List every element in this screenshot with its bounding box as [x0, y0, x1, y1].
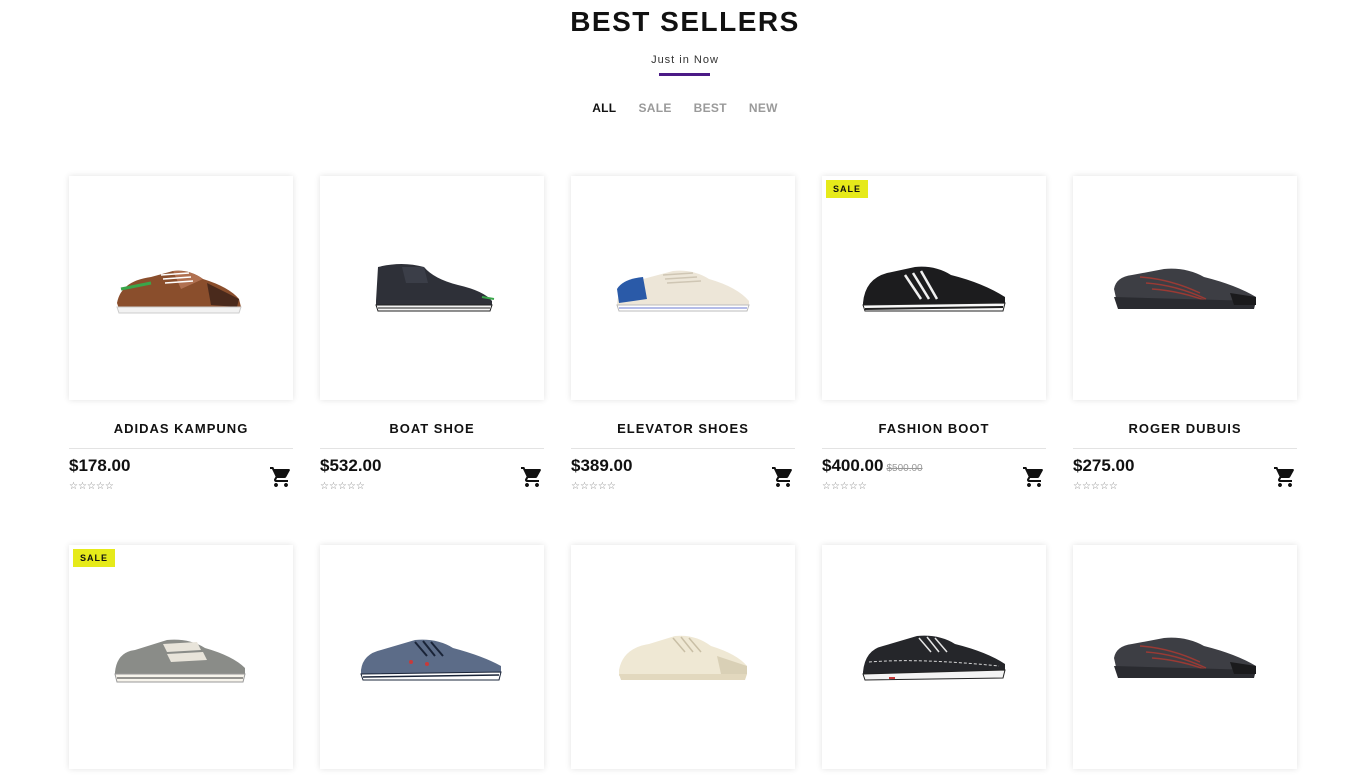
- shoe-black-suede-shoe-image: [862, 635, 1006, 681]
- shoe-brown-sneaker-image: [116, 270, 242, 314]
- old-price: $500.00: [886, 463, 923, 474]
- section-underline: [659, 73, 710, 76]
- cart-icon[interactable]: [771, 465, 795, 489]
- product-image[interactable]: SALE: [822, 176, 1046, 400]
- sale-badge: SALE: [826, 180, 869, 198]
- product-name[interactable]: ADIDAS KAMPUNG: [69, 421, 293, 438]
- product-card[interactable]: ROGER DUBUIS $275.00 ☆☆☆☆☆: [1073, 176, 1297, 499]
- product-card[interactable]: SALE: [69, 545, 293, 776]
- price-value: $178.00: [69, 456, 131, 475]
- price-value: $532.00: [320, 456, 382, 475]
- product-image[interactable]: [320, 176, 544, 400]
- product-price: $389.00: [571, 456, 632, 476]
- product-card[interactable]: SALE FASHION BOOT $400.00 $500.00 ☆☆☆☆☆: [822, 176, 1046, 499]
- shoe-grey-red-sneaker-image: [1114, 637, 1256, 678]
- product-price: $532.00: [320, 456, 381, 476]
- product-card[interactable]: [320, 545, 544, 776]
- product-card[interactable]: [822, 545, 1046, 776]
- product-name[interactable]: FASHION BOOT: [822, 421, 1046, 438]
- tab-best[interactable]: BEST: [694, 101, 727, 115]
- tab-all[interactable]: ALL: [592, 101, 616, 115]
- product-name[interactable]: ROGER DUBUIS: [1073, 421, 1297, 438]
- section-title: BEST SELLERS: [570, 6, 800, 37]
- shoe-white-perforated-sneaker-image: [616, 270, 750, 312]
- price-value: $389.00: [571, 456, 633, 475]
- shoe-grey-velcro-sneaker-image: [114, 639, 246, 683]
- product-image[interactable]: [1073, 176, 1297, 400]
- product-price: $178.00: [69, 456, 130, 476]
- product-image[interactable]: [571, 176, 795, 400]
- product-image[interactable]: [320, 545, 544, 769]
- product-image[interactable]: [1073, 545, 1297, 769]
- cart-icon[interactable]: [1022, 465, 1046, 489]
- product-image[interactable]: [571, 545, 795, 769]
- rating-stars: ☆☆☆☆☆: [69, 481, 114, 492]
- cart-icon[interactable]: [1273, 465, 1297, 489]
- tab-sale[interactable]: SALE: [638, 101, 671, 115]
- cart-icon[interactable]: [520, 465, 544, 489]
- tab-new[interactable]: NEW: [749, 101, 778, 115]
- product-name[interactable]: ELEVATOR SHOES: [571, 421, 795, 438]
- product-card[interactable]: [571, 545, 795, 776]
- section-subtitle: Just in Now: [651, 54, 719, 66]
- product-price: $400.00 $500.00: [822, 456, 923, 476]
- product-image[interactable]: SALE: [69, 545, 293, 769]
- product-name[interactable]: BOAT SHOE: [320, 421, 544, 438]
- price-value: $275.00: [1073, 456, 1135, 475]
- rating-stars: ☆☆☆☆☆: [320, 481, 365, 492]
- rating-stars: ☆☆☆☆☆: [571, 481, 616, 492]
- rating-stars: ☆☆☆☆☆: [1073, 481, 1118, 492]
- shoe-black-leather-sneaker-image: [862, 266, 1006, 312]
- filter-tabs: ALL SALE BEST NEW: [0, 101, 1370, 115]
- shoe-grey-red-sneaker-image: [1114, 268, 1256, 309]
- sale-badge: SALE: [73, 549, 116, 567]
- product-card[interactable]: ADIDAS KAMPUNG $178.00 ☆☆☆☆☆: [69, 176, 293, 499]
- product-image[interactable]: [69, 176, 293, 400]
- shoe-blue-canvas-sneaker-image: [360, 639, 502, 681]
- cart-icon[interactable]: [269, 465, 293, 489]
- product-image[interactable]: [822, 545, 1046, 769]
- product-card[interactable]: [1073, 545, 1297, 776]
- product-card[interactable]: ELEVATOR SHOES $389.00 ☆☆☆☆☆: [571, 176, 795, 499]
- rating-stars: ☆☆☆☆☆: [822, 481, 867, 492]
- price-value: $400.00: [822, 456, 884, 475]
- product-price: $275.00: [1073, 456, 1134, 476]
- shoe-cream-driving-shoe-image: [619, 635, 747, 680]
- product-card[interactable]: BOAT SHOE $532.00 ☆☆☆☆☆: [320, 176, 544, 499]
- shoe-dark-chukka-image: [375, 264, 495, 312]
